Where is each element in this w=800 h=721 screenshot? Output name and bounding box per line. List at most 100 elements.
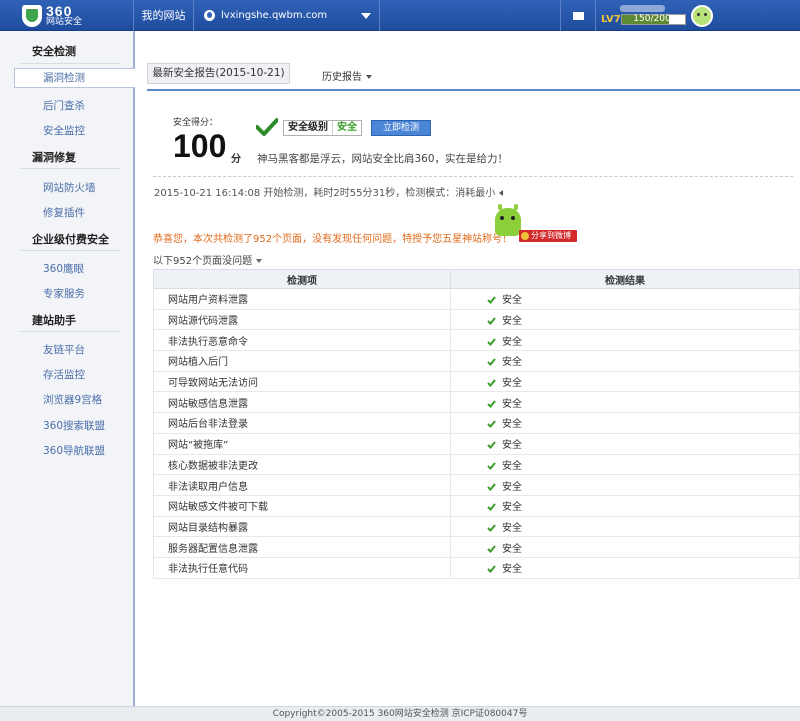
logo-subtitle: 网站安全 [46, 17, 83, 27]
results-table: 检测项 检测结果 网站用户资料泄露 安全 网站源代码泄露 安全 非法执行恶意命令 安全 网站… [153, 269, 800, 579]
table-row: 网站植入后门 安全 [153, 350, 800, 372]
table-row: 网站后台非法登录 安全 [153, 412, 800, 434]
sidebar-item-expert[interactable]: 专家服务 [43, 286, 85, 301]
sidebar-item-backdoor[interactable]: 后门查杀 [43, 98, 85, 113]
divider [20, 168, 120, 169]
check-item: 非法读取用户信息 [153, 474, 451, 496]
user-level: LV7 [601, 14, 621, 25]
check-icon [487, 317, 496, 326]
sidebar-item-vuln-scan[interactable]: 漏洞检测 [14, 68, 135, 88]
table-row: 网站用户资料泄露 安全 [153, 288, 800, 310]
check-result: 安全 [450, 350, 800, 372]
shield-icon [22, 4, 42, 27]
caret-left-icon[interactable] [499, 190, 504, 196]
table-row: 非法读取用户信息 安全 [153, 474, 800, 496]
scan-info: 2015-10-21 16:14:08 开始检测，耗时2时55分31秒，检测模式… [154, 184, 504, 199]
check-result-text: 安全 [502, 564, 522, 576]
check-icon [487, 420, 496, 429]
exp-text: 150/200 [633, 14, 671, 24]
sidebar-item-repair-plugin[interactable]: 修复插件 [43, 205, 85, 220]
check-item: 网站后台非法登录 [153, 412, 451, 434]
avatar[interactable] [691, 5, 713, 27]
exp-bar: 150/200 [621, 14, 686, 25]
table-row: 网站源代码泄露 安全 [153, 309, 800, 331]
check-item: 网站“被拖库” [153, 433, 451, 455]
sidebar-item-nav-union[interactable]: 360导航联盟 [43, 443, 105, 458]
check-item: 核心数据被非法更改 [153, 454, 451, 476]
chevron-down-icon [366, 75, 372, 79]
pages-ok-label: 以下952个页面没问题 [153, 256, 253, 267]
sidebar-item-eagle-eye[interactable]: 360鹰眼 [43, 261, 84, 276]
chevron-down-icon [361, 13, 371, 19]
check-icon [487, 358, 496, 367]
table-row: 核心数据被非法更改 安全 [153, 454, 800, 476]
check-result-text: 安全 [502, 440, 522, 452]
check-result-text: 安全 [502, 481, 522, 493]
divider [20, 331, 120, 332]
security-level-badge: 安全级别 安全 [283, 120, 362, 136]
table-row: 网站“被拖库” 安全 [153, 433, 800, 455]
sidebar-group-detect: 安全检测 [32, 45, 76, 58]
security-level-label: 安全级别 [284, 121, 333, 135]
divider [153, 176, 793, 177]
check-item: 非法执行恶意命令 [153, 329, 451, 352]
divider [20, 63, 120, 64]
site-selector[interactable]: lvxingshe.qwbm.com [194, 0, 380, 31]
check-item: 服务器配置信息泄露 [153, 536, 451, 558]
check-result-text: 安全 [502, 398, 522, 410]
slogan: 神马黑客都是浮云，网站安全比肩360，实在是给力！ [257, 153, 509, 165]
table-row: 可导致网站无法访问 安全 [153, 371, 800, 393]
check-icon [487, 544, 496, 553]
table-row: 网站目录结构暴露 安全 [153, 516, 800, 538]
check-icon [487, 503, 496, 512]
logo[interactable]: 360 网站安全 [0, 0, 134, 31]
sidebar: 安全检测 漏洞检测 后门查杀 安全监控 漏洞修复 网站防火墙 修复插件 企业级付… [0, 31, 135, 706]
sidebar-item-search-union[interactable]: 360搜索联盟 [43, 418, 105, 433]
score-value: 100 [173, 128, 227, 164]
check-result: 安全 [450, 371, 800, 393]
check-icon [487, 441, 496, 450]
sidebar-item-uptime[interactable]: 存活监控 [43, 367, 85, 382]
mail-button[interactable] [560, 0, 596, 31]
mail-icon [572, 11, 584, 20]
table-header: 检测项 [153, 269, 451, 289]
sidebar-item-friend-links[interactable]: 友链平台 [43, 342, 85, 357]
check-item: 网站敏感文件被可下载 [153, 495, 451, 517]
divider [147, 89, 800, 91]
tab-history-label: 历史报告 [322, 72, 362, 83]
check-result-text: 安全 [502, 543, 522, 555]
sidebar-item-monitor[interactable]: 安全监控 [43, 123, 85, 138]
check-icon [487, 338, 496, 346]
check-icon [487, 482, 496, 491]
check-result: 安全 [450, 412, 800, 434]
check-icon [256, 118, 278, 136]
footer-copyright: Copyright©2005-2015 360网站安全检测 京ICP证08004… [0, 706, 800, 721]
check-result: 安全 [450, 516, 800, 538]
sidebar-item-firewall[interactable]: 网站防火墙 [43, 180, 96, 195]
check-result: 安全 [450, 557, 800, 579]
sidebar-item-browser-grid[interactable]: 浏览器9宫格 [43, 392, 102, 407]
check-result: 安全 [450, 309, 800, 331]
scan-info-text: 2015-10-21 16:14:08 开始检测，耗时2时55分31秒，检测模式… [154, 188, 496, 199]
check-item: 网站目录结构暴露 [153, 516, 451, 538]
score-label: 安全得分： [173, 118, 219, 128]
check-result-text: 安全 [502, 378, 522, 390]
table-row: 服务器配置信息泄露 安全 [153, 536, 800, 558]
check-result: 安全 [450, 495, 800, 517]
check-result-text: 安全 [502, 419, 522, 431]
check-icon [487, 379, 496, 388]
sidebar-group-enterprise: 企业级付费安全 [32, 233, 109, 246]
share-weibo-button[interactable]: 分享到微博 [519, 230, 577, 242]
check-item: 可导致网站无法访问 [153, 371, 451, 393]
check-result: 安全 [450, 288, 800, 310]
table-row: 非法执行恶意命令 安全 [153, 329, 800, 352]
scan-now-button[interactable]: 立即检测 [371, 120, 431, 136]
check-icon [487, 296, 496, 305]
check-item: 网站敏感信息泄露 [153, 391, 451, 414]
pages-ok-toggle[interactable]: 以下952个页面没问题 [153, 252, 263, 267]
my-site-link[interactable]: 我的网站 [134, 0, 194, 31]
check-icon [487, 565, 496, 574]
tab-latest-report[interactable]: 最新安全报告(2015-10-21) [147, 63, 290, 84]
table-row: 网站敏感信息泄露 安全 [153, 391, 800, 414]
tab-history[interactable]: 历史报告 [322, 68, 372, 83]
